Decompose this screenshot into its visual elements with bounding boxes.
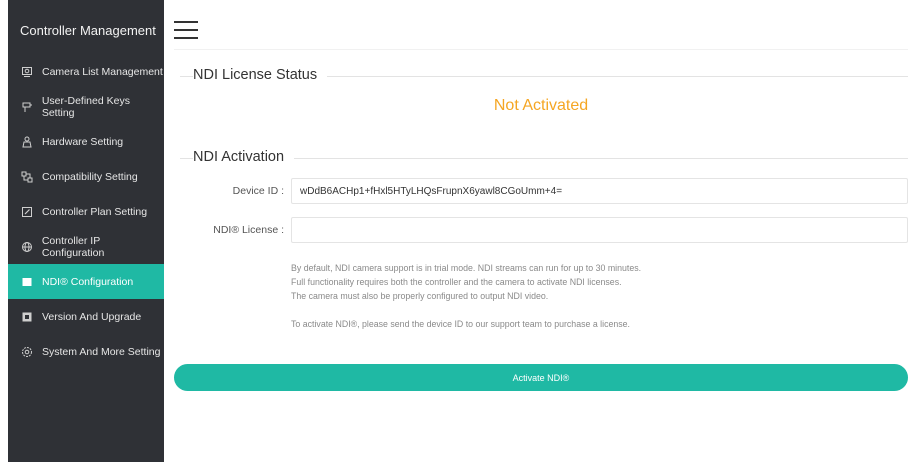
sidebar: Controller Management Camera List Manage… (8, 0, 164, 462)
note-line: The camera must also be properly configu… (291, 291, 549, 301)
sidebar-item-controller-ip[interactable]: Controller IP Configuration (8, 229, 164, 264)
device-id-label: Device ID : (232, 185, 284, 197)
sidebar-item-label: Camera List Management (42, 65, 163, 78)
sidebar-item-label: Version And Upgrade (42, 310, 142, 323)
sidebar-item-hardware[interactable]: Hardware Setting (8, 124, 164, 159)
license-field[interactable] (291, 217, 908, 243)
activation-title: NDI Activation (193, 149, 295, 165)
camera-list-icon (20, 65, 34, 79)
network-icon (20, 240, 34, 254)
license-status-value: Not Activated (493, 97, 589, 114)
note-line: To activate NDI®, please send the device… (291, 319, 630, 329)
sidebar-item-label: NDI® Configuration (42, 275, 134, 288)
sidebar-item-compatibility[interactable]: Compatibility Setting (8, 159, 164, 194)
app-window: Controller Management Camera List Manage… (0, 0, 915, 462)
device-id-field[interactable] (291, 178, 908, 204)
sidebar-item-user-defined-keys[interactable]: User-Defined Keys Setting (8, 89, 164, 124)
gear-icon (20, 345, 34, 359)
sidebar-item-label: Compatibility Setting (42, 170, 138, 183)
upgrade-icon (20, 310, 34, 324)
header-divider (174, 49, 908, 50)
sidebar-item-controller-plan[interactable]: Controller Plan Setting (8, 194, 164, 229)
sidebar-item-camera-list[interactable]: Camera List Management (8, 54, 164, 89)
sidebar-item-ndi-configuration[interactable]: NDI® Configuration (8, 264, 164, 299)
license-label: NDI® License : (213, 224, 284, 236)
sidebar-item-label: System And More Setting (42, 345, 161, 358)
activate-ndi-button[interactable]: Activate NDI® (174, 364, 908, 391)
sidebar-title: Controller Management (20, 23, 156, 38)
hardware-icon (20, 135, 34, 149)
sidebar-item-label: Controller Plan Setting (42, 205, 148, 218)
sidebar-item-label: Hardware Setting (42, 135, 124, 148)
note-line: Full functionality requires both the con… (291, 277, 622, 287)
ndi-icon (20, 275, 34, 289)
edit-icon (20, 205, 34, 219)
sidebar-item-label: User-Defined Keys Setting (41, 94, 130, 119)
note-line: By default, NDI camera support is in tri… (291, 263, 642, 273)
hamburger-menu-icon[interactable] (174, 21, 198, 41)
keys-icon (20, 100, 34, 114)
sidebar-item-version-upgrade[interactable]: Version And Upgrade (8, 299, 164, 334)
sidebar-item-system-more[interactable]: System And More Setting (8, 334, 164, 369)
sidebar-item-label: Controller IP Configuration (41, 234, 105, 259)
compatibility-icon (20, 170, 34, 184)
license-status-title: NDI License Status (193, 67, 328, 83)
